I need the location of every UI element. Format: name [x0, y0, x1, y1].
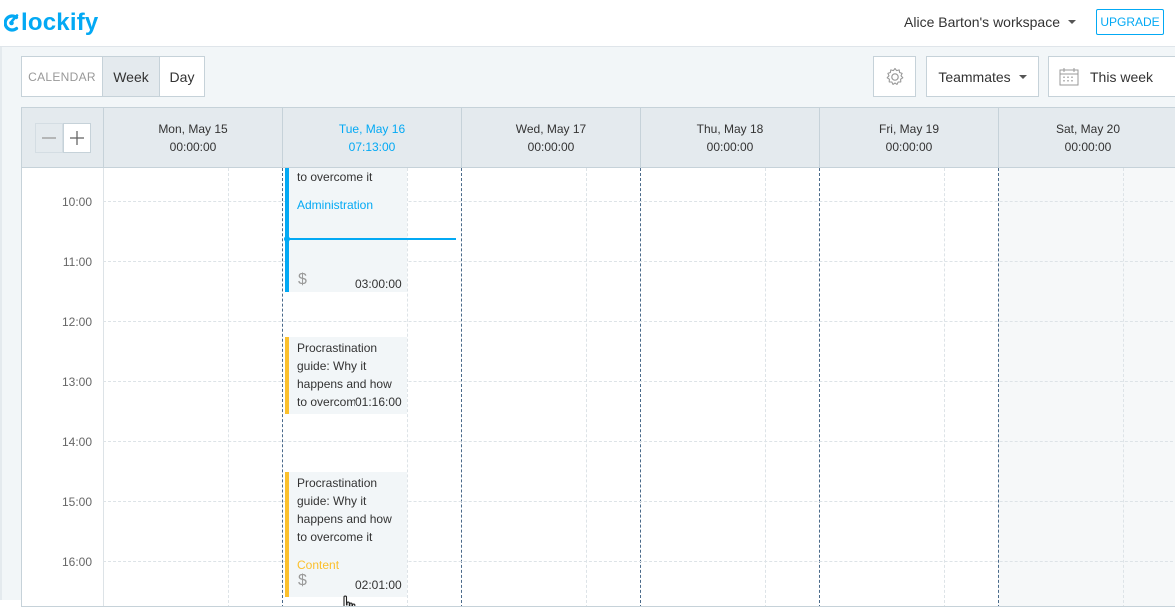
week-view-button[interactable]: Week — [103, 57, 160, 96]
day-header-fri: Fri, May 19 00:00:00 — [819, 108, 998, 168]
calendar-icon — [1059, 67, 1079, 85]
caret-down-icon — [1018, 74, 1027, 79]
workspace-name: Alice Barton's workspace — [904, 14, 1060, 30]
entry-description: to overcome it — [297, 170, 373, 184]
entry-description: Procrastination guide: Why it happens an… — [297, 476, 392, 544]
day-header-sat: Sat, May 20 00:00:00 — [998, 108, 1175, 168]
weekend-background — [998, 168, 1175, 606]
zoom-in-button[interactable] — [63, 123, 91, 153]
grid-line — [765, 168, 766, 606]
time-entry[interactable]: to overcome it Administration $ 03:00:00 — [285, 168, 407, 292]
grid-line — [640, 168, 641, 606]
day-header-tue: Tue, May 16 07:13:00 — [282, 108, 461, 168]
clockify-logo[interactable]: lockify — [4, 9, 98, 37]
day-header-thu: Thu, May 18 00:00:00 — [640, 108, 819, 168]
grid-line — [998, 168, 999, 606]
hour-label: 15:00 — [61, 495, 92, 509]
sidebar-edge — [0, 47, 2, 600]
day-total: 00:00:00 — [169, 140, 217, 154]
settings-button[interactable] — [873, 56, 916, 97]
entry-project: Administration — [297, 198, 374, 212]
day-name: Thu, May 18 — [696, 122, 764, 136]
day-total: 00:00:00 — [1064, 140, 1112, 154]
calendar-label: CALENDAR — [22, 57, 103, 96]
grid-line — [228, 168, 229, 606]
hour-label: 11:00 — [62, 255, 92, 269]
hour-label: 14:00 — [61, 435, 92, 449]
entry-color-bar — [285, 472, 289, 597]
calendar-grid: 10:00 11:00 12:00 13:00 14:00 15:00 16:0… — [22, 168, 1175, 606]
top-bar: lockify Alice Barton's workspace UPGRADE — [0, 0, 1175, 47]
hour-label: 10:00 — [61, 195, 92, 209]
gear-icon — [886, 67, 903, 85]
billable-icon: $ — [298, 271, 307, 288]
hour-label: 12:00 — [61, 315, 92, 329]
main-area: CALENDAR Week Day Teammates This week Mo… — [0, 47, 1175, 607]
teammates-dropdown[interactable]: Teammates — [926, 56, 1039, 97]
day-total: 00:00:00 — [527, 140, 575, 154]
current-time-dot — [284, 236, 290, 242]
day-name: Tue, May 16 — [338, 122, 406, 136]
week-calendar: Mon, May 15 00:00:00 Tue, May 16 07:13:0… — [21, 107, 1175, 607]
caret-down-icon — [1068, 20, 1076, 24]
entry-duration: 02:01:00 — [355, 578, 402, 592]
grid-line — [407, 168, 408, 606]
grid-line — [461, 168, 462, 606]
current-time-line — [286, 238, 456, 240]
view-toggle: CALENDAR Week Day — [21, 56, 205, 97]
zoom-out-button[interactable] — [35, 123, 63, 153]
day-name: Mon, May 15 — [158, 122, 228, 136]
grid-line — [103, 168, 104, 606]
date-range-label: This week — [1090, 68, 1154, 85]
clockify-logo-icon — [4, 14, 19, 32]
date-range-picker[interactable]: This week — [1048, 56, 1175, 97]
hour-line — [103, 321, 1175, 322]
hand-pointer-icon — [343, 595, 356, 606]
day-total: 00:00:00 — [706, 140, 754, 154]
entry-color-bar — [285, 168, 289, 292]
day-name: Wed, May 17 — [515, 122, 587, 136]
entry-duration: 01:16:00 — [355, 393, 402, 411]
entry-duration: 03:00:00 — [355, 277, 402, 291]
hour-line — [103, 561, 1175, 562]
hour-line — [103, 501, 1175, 502]
calendar-header: Mon, May 15 00:00:00 Tue, May 16 07:13:0… — [22, 108, 1175, 168]
day-total: 00:00:00 — [885, 140, 933, 154]
day-name: Fri, May 19 — [878, 122, 939, 136]
workspace-dropdown[interactable]: Alice Barton's workspace — [904, 14, 1076, 30]
plus-icon — [70, 131, 84, 145]
grid-line — [819, 168, 820, 606]
day-name: Sat, May 20 — [1055, 122, 1121, 136]
teammates-label: Teammates — [938, 68, 1011, 85]
entry-color-bar — [285, 337, 289, 414]
grid-line — [282, 168, 283, 606]
hour-line — [103, 381, 1175, 382]
time-entry[interactable]: Procrastination guide: Why it happens an… — [285, 472, 407, 597]
hour-line — [103, 441, 1175, 442]
zoom-controls — [35, 123, 92, 153]
hour-label: 16:00 — [61, 555, 92, 569]
day-header-wed: Wed, May 17 00:00:00 — [461, 108, 640, 168]
upgrade-button[interactable]: UPGRADE — [1096, 9, 1164, 35]
minus-icon — [42, 137, 56, 139]
hour-line — [103, 201, 1175, 202]
time-entry[interactable]: Procrastination guide: Why it happens an… — [285, 337, 407, 414]
logo-text: lockify — [21, 9, 99, 36]
hour-label: 13:00 — [61, 375, 92, 389]
grid-line — [586, 168, 587, 606]
day-header-mon: Mon, May 15 00:00:00 — [103, 108, 282, 168]
grid-line — [1123, 168, 1124, 606]
day-total: 07:13:00 — [348, 140, 396, 154]
day-view-button[interactable]: Day — [160, 57, 204, 96]
billable-icon: $ — [298, 572, 307, 589]
hour-line — [103, 261, 1175, 262]
grid-line — [944, 168, 945, 606]
